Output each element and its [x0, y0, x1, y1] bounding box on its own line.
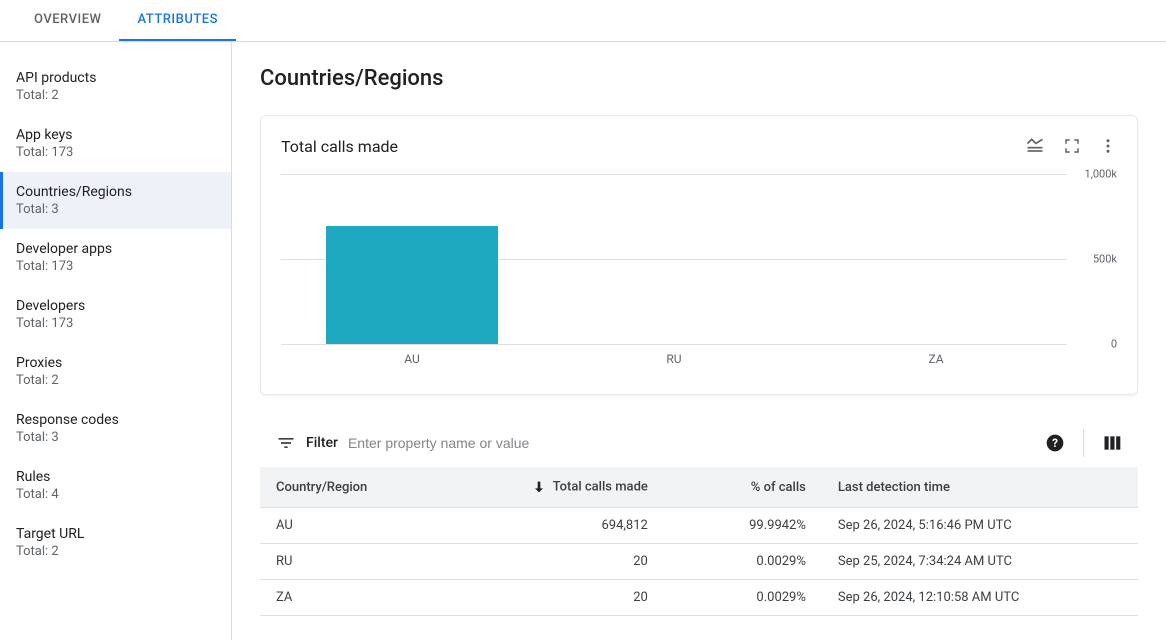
sidebar-item[interactable]: Response codes Total: 3	[0, 400, 231, 457]
sidebar-item-total: Total: 173	[16, 259, 215, 274]
cell-country: AU	[260, 508, 506, 544]
sidebar-item-label: Developer apps	[16, 241, 215, 257]
legend-toggle-icon[interactable]	[1025, 136, 1045, 156]
sidebar-item-label: Target URL	[16, 526, 215, 542]
sidebar: API products Total: 2 App keys Total: 173 Co…	[0, 42, 232, 640]
sidebar-item-label: App keys	[16, 127, 215, 143]
sidebar-item[interactable]: Rules Total: 4	[0, 457, 231, 514]
main-content: Countries/Regions Total calls made	[232, 42, 1166, 640]
svg-text:?: ?	[1052, 436, 1058, 450]
cell-last: Sep 26, 2024, 5:16:46 PM UTC	[822, 508, 1138, 544]
cell-country: RU	[260, 544, 506, 580]
sidebar-item-label: Countries/Regions	[16, 184, 215, 200]
sidebar-item-total: Total: 3	[16, 202, 215, 217]
cell-calls: 20	[506, 580, 664, 616]
sidebar-item-total: Total: 2	[16, 373, 215, 388]
sidebar-item[interactable]: Developer apps Total: 173	[0, 229, 231, 286]
bar-slot	[281, 174, 543, 344]
col-country[interactable]: Country/Region	[260, 467, 506, 508]
cell-pct: 99.9942%	[664, 508, 822, 544]
filter-input[interactable]	[348, 435, 1035, 451]
cell-last: Sep 25, 2024, 7:34:24 AM UTC	[822, 544, 1138, 580]
chart-area: 1,000k 500k 0 AURUZA	[281, 164, 1117, 374]
col-last[interactable]: Last detection time	[822, 467, 1138, 508]
sidebar-item-label: Rules	[16, 469, 215, 485]
col-pct[interactable]: % of calls	[664, 467, 822, 508]
sidebar-item[interactable]: App keys Total: 173	[0, 115, 231, 172]
table-row[interactable]: RU200.0029%Sep 25, 2024, 7:34:24 AM UTC	[260, 544, 1138, 580]
cell-country: ZA	[260, 580, 506, 616]
x-tick-label: AU	[281, 352, 543, 374]
sidebar-item[interactable]: Proxies Total: 2	[0, 343, 231, 400]
tab-attributes[interactable]: ATTRIBUTES	[119, 0, 235, 41]
sidebar-item-total: Total: 2	[16, 88, 215, 103]
sidebar-item[interactable]: Target URL Total: 2	[0, 514, 231, 571]
table-section: Filter ? Country/Region	[260, 419, 1138, 616]
cell-calls: 694,812	[506, 508, 664, 544]
chart-title: Total calls made	[281, 137, 398, 156]
y-tick-label: 500k	[1072, 253, 1117, 266]
columns-icon[interactable]	[1102, 433, 1122, 453]
sidebar-item-total: Total: 3	[16, 430, 215, 445]
sort-desc-icon	[531, 479, 547, 495]
sidebar-item-total: Total: 173	[16, 316, 215, 331]
cell-calls: 20	[506, 544, 664, 580]
cell-pct: 0.0029%	[664, 544, 822, 580]
bar-slot	[805, 174, 1067, 344]
bar-slot	[543, 174, 805, 344]
cell-last: Sep 26, 2024, 12:10:58 AM UTC	[822, 580, 1138, 616]
sidebar-item-label: API products	[16, 70, 215, 86]
cell-pct: 0.0029%	[664, 580, 822, 616]
divider	[1083, 429, 1084, 457]
y-tick-label: 0	[1072, 338, 1117, 351]
sidebar-item-total: Total: 2	[16, 544, 215, 559]
sidebar-item[interactable]: Developers Total: 173	[0, 286, 231, 343]
tab-overview[interactable]: OVERVIEW	[16, 0, 119, 41]
filter-label: Filter	[306, 435, 338, 451]
sidebar-item-total: Total: 4	[16, 487, 215, 502]
sidebar-item-label: Response codes	[16, 412, 215, 428]
chart-card: Total calls made	[260, 115, 1138, 395]
x-tick-label: ZA	[805, 352, 1067, 374]
sidebar-item[interactable]: Countries/Regions Total: 3	[0, 172, 231, 229]
sidebar-item-label: Proxies	[16, 355, 215, 371]
sidebar-item-label: Developers	[16, 298, 215, 314]
table-row[interactable]: ZA200.0029%Sep 26, 2024, 12:10:58 AM UTC	[260, 580, 1138, 616]
data-table: Country/Region Total calls made % of cal…	[260, 467, 1138, 616]
filter-icon[interactable]	[276, 433, 296, 453]
tabs-bar: OVERVIEW ATTRIBUTES	[0, 0, 1166, 42]
x-tick-label: RU	[543, 352, 805, 374]
table-row[interactable]: AU694,81299.9942%Sep 26, 2024, 5:16:46 P…	[260, 508, 1138, 544]
sidebar-item[interactable]: API products Total: 2	[0, 58, 231, 115]
help-icon[interactable]: ?	[1045, 433, 1065, 453]
more-icon[interactable]	[1099, 137, 1117, 155]
fullscreen-icon[interactable]	[1063, 137, 1081, 155]
sidebar-item-total: Total: 173	[16, 145, 215, 160]
col-calls[interactable]: Total calls made	[506, 467, 664, 508]
y-tick-label: 1,000k	[1072, 168, 1117, 181]
page-title: Countries/Regions	[260, 66, 1138, 91]
chart-bar[interactable]	[326, 226, 499, 344]
